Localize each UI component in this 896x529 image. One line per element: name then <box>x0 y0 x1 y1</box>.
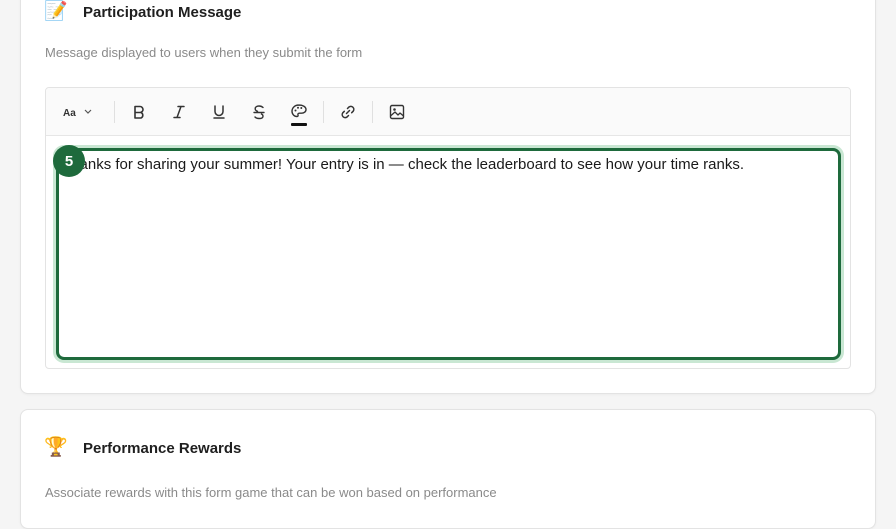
font-size-icon: Aa <box>63 108 92 119</box>
participation-title: Participation Message <box>83 3 242 21</box>
image-button[interactable] <box>381 96 413 128</box>
step-number-badge: 5 <box>53 145 85 177</box>
italic-icon <box>173 105 185 118</box>
toolbar-divider <box>323 100 324 123</box>
message-text[interactable]: Thanks for sharing your summer! Your ent… <box>62 156 744 173</box>
chevron-down-icon <box>84 109 92 114</box>
participation-message-card: 📝 Participation Message Message displaye… <box>20 0 876 394</box>
participation-description: Message displayed to users when they sub… <box>45 45 363 60</box>
italic-button[interactable] <box>163 96 195 128</box>
underline-icon <box>213 104 225 119</box>
strikethrough-button[interactable] <box>243 96 275 128</box>
rewards-title: Performance Rewards <box>83 439 242 457</box>
memo-icon: 📝 <box>44 1 68 22</box>
image-icon <box>389 104 405 119</box>
palette-icon <box>291 103 307 117</box>
participation-header: 📝 Participation Message <box>44 1 242 23</box>
rewards-description: Associate rewards with this form game th… <box>45 485 497 500</box>
message-text-area[interactable]: 5 Thanks for sharing your summer! Your e… <box>53 145 841 360</box>
current-color-indicator <box>291 122 307 126</box>
bold-button[interactable] <box>123 96 155 128</box>
strikethrough-icon <box>253 104 265 119</box>
underline-button[interactable] <box>203 96 235 128</box>
rewards-header: 🏆 Performance Rewards <box>44 437 242 459</box>
toolbar-divider <box>372 100 373 123</box>
font-size-dropdown[interactable]: Aa <box>58 96 102 128</box>
link-icon <box>341 105 355 118</box>
font-size-label: Aa <box>63 108 76 119</box>
editor-toolbar: Aa <box>46 88 850 136</box>
rich-text-editor: Aa 5 Thanks for sharing your summer! You… <box>45 87 851 369</box>
link-button[interactable] <box>332 96 364 128</box>
toolbar-divider <box>114 100 115 123</box>
trophy-icon: 🏆 <box>44 437 68 458</box>
text-color-button[interactable] <box>283 96 315 128</box>
bold-icon <box>134 105 144 119</box>
performance-rewards-card: 🏆 Performance Rewards Associate rewards … <box>20 409 876 529</box>
